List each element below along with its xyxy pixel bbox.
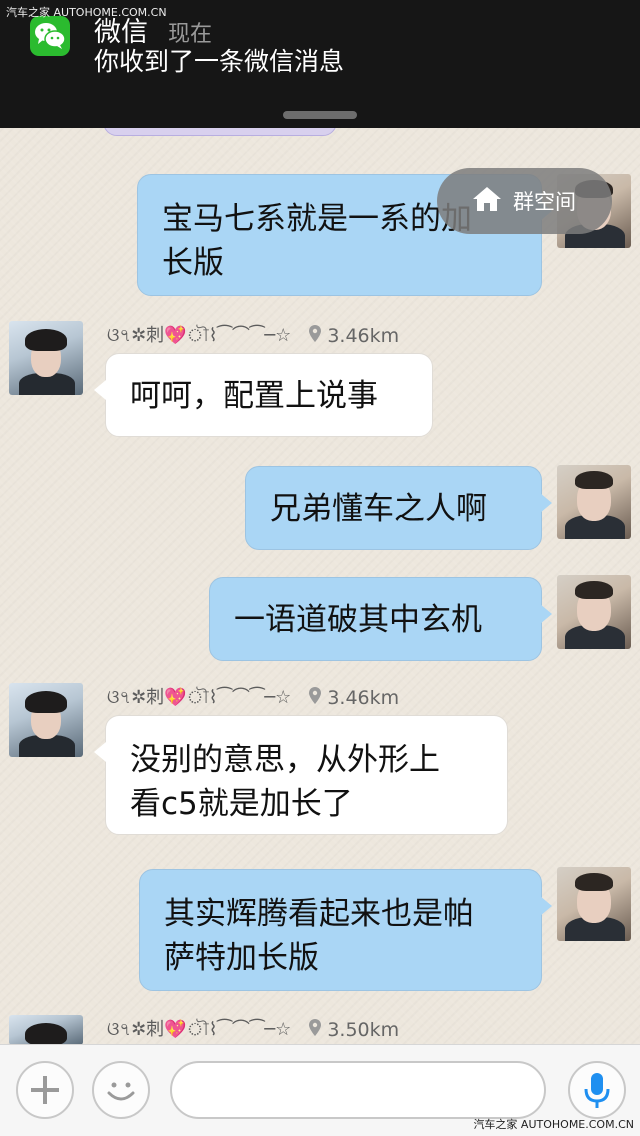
group-space-label: 群空间 xyxy=(513,190,576,214)
message-bubble-other[interactable]: 呵呵，配置上说事 xyxy=(94,353,433,437)
message-text-line: 萨特加长版 xyxy=(164,940,319,976)
sender-distance: 3.50km xyxy=(327,1019,400,1041)
message-bubble-self[interactable]: 其实辉腾看起来也是帕 萨特加长版 xyxy=(139,869,552,991)
message-text-line: 呵呵，配置上说事 xyxy=(130,378,378,414)
avatar-other[interactable] xyxy=(9,321,83,395)
watermark-bottom: 汽车之家 AUTOHOME.COM.CN xyxy=(473,1118,634,1131)
sender-info: ଓ৭✲刺💖ৗ⌇⁀⌒⁀─☆ 3.50km xyxy=(107,1016,399,1044)
sender-name: ଓ৭✲刺💖ৗ⌇⁀⌒⁀─☆ xyxy=(107,686,292,708)
message-text-line: 其实辉腾看起来也是帕 xyxy=(164,896,474,932)
avatar-self[interactable] xyxy=(557,867,631,941)
voice-button[interactable] xyxy=(568,1061,626,1119)
watermark-top: 汽车之家 AUTOHOME.COM.CN xyxy=(6,6,167,19)
location-pin-icon xyxy=(309,325,322,347)
message-text-line: 兄弟懂车之人啊 xyxy=(270,491,487,527)
add-button[interactable] xyxy=(16,1061,74,1119)
message-bubble-self[interactable]: 兄弟懂车之人啊 xyxy=(245,466,552,550)
message-text-line: 长版 xyxy=(162,245,224,281)
sender-name: ଓ৭✲刺💖ৗ⌇⁀⌒⁀─☆ xyxy=(107,1018,292,1040)
sender-info: ଓ৭✲刺💖ৗ⌇⁀⌒⁀─☆ 3.46km xyxy=(107,322,399,350)
sender-distance: 3.46km xyxy=(327,687,400,709)
avatar-self[interactable] xyxy=(557,575,631,649)
location-pin-icon xyxy=(309,1019,322,1041)
location-pin-icon xyxy=(309,687,322,709)
avatar-self[interactable] xyxy=(557,465,631,539)
message-text-line: 一语道破其中玄机 xyxy=(234,602,482,638)
message-bubble-self[interactable]: 一语道破其中玄机 xyxy=(209,577,552,661)
message-text-line: 没别的意思，从外形上 xyxy=(130,742,440,778)
notification-message: 你收到了一条微信消息 xyxy=(94,47,345,76)
message-bubble-other[interactable]: 没别的意思，从外形上 看c5就是加长了 xyxy=(94,715,508,835)
sender-name: ଓ৭✲刺💖ৗ⌇⁀⌒⁀─☆ xyxy=(107,324,292,346)
home-icon xyxy=(471,185,503,217)
message-text-line: 看c5就是加长了 xyxy=(130,786,353,822)
sender-info: ଓ৭✲刺💖ৗ⌇⁀⌒⁀─☆ 3.46km xyxy=(107,684,399,712)
avatar-other[interactable] xyxy=(9,1015,83,1045)
message-input[interactable] xyxy=(170,1061,546,1119)
emoji-button[interactable] xyxy=(92,1061,150,1119)
sender-distance: 3.46km xyxy=(327,325,400,347)
avatar-other[interactable] xyxy=(9,683,83,757)
wechat-icon xyxy=(30,16,70,56)
group-space-button[interactable]: 群空间 xyxy=(437,168,612,234)
notification-drag-handle[interactable] xyxy=(283,111,357,119)
